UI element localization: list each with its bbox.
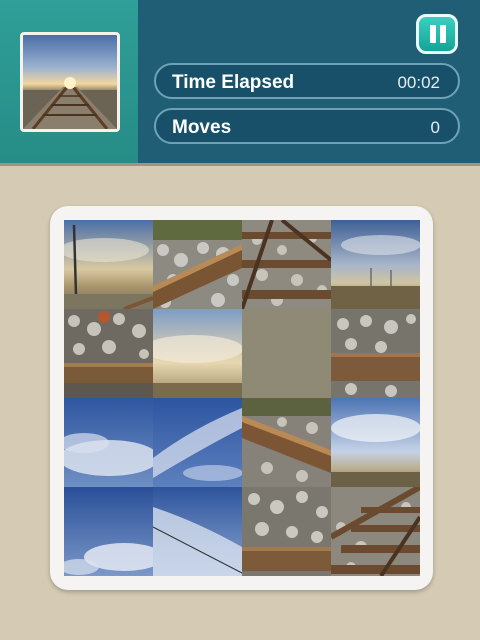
pause-icon — [430, 25, 436, 43]
moves-display: Moves 0 — [154, 108, 460, 144]
puzzle-tile[interactable] — [64, 220, 153, 309]
puzzle-tile[interactable] — [331, 309, 420, 398]
puzzle-tile[interactable] — [242, 398, 331, 487]
pause-button[interactable] — [416, 14, 458, 54]
puzzle-tile[interactable] — [331, 220, 420, 309]
puzzle-tile[interactable] — [242, 220, 331, 309]
puzzle-tile[interactable] — [153, 398, 242, 487]
puzzle-preview-image — [20, 32, 120, 132]
pause-icon-bar — [440, 25, 446, 43]
moves-value: 0 — [430, 118, 440, 137]
puzzle-tile[interactable] — [331, 487, 420, 576]
puzzle-tile[interactable] — [331, 398, 420, 487]
puzzle-tile[interactable] — [153, 487, 242, 576]
time-elapsed-display: Time Elapsed 00:02 — [154, 63, 460, 99]
puzzle-tile[interactable] — [64, 398, 153, 487]
puzzle-tile[interactable] — [153, 309, 242, 398]
time-elapsed-label: Time Elapsed — [172, 72, 295, 93]
puzzle-tile[interactable] — [242, 487, 331, 576]
puzzle-tile[interactable] — [64, 487, 153, 576]
time-elapsed-value: 00:02 — [397, 73, 440, 92]
game-header: Time Elapsed 00:02 Moves 0 — [0, 0, 480, 166]
puzzle-tile[interactable] — [153, 220, 242, 309]
moves-label: Moves — [172, 117, 232, 138]
preview-panel — [0, 0, 138, 163]
puzzle-tile[interactable] — [64, 309, 153, 398]
empty-tile-slot — [242, 309, 331, 398]
puzzle-board — [64, 220, 420, 576]
